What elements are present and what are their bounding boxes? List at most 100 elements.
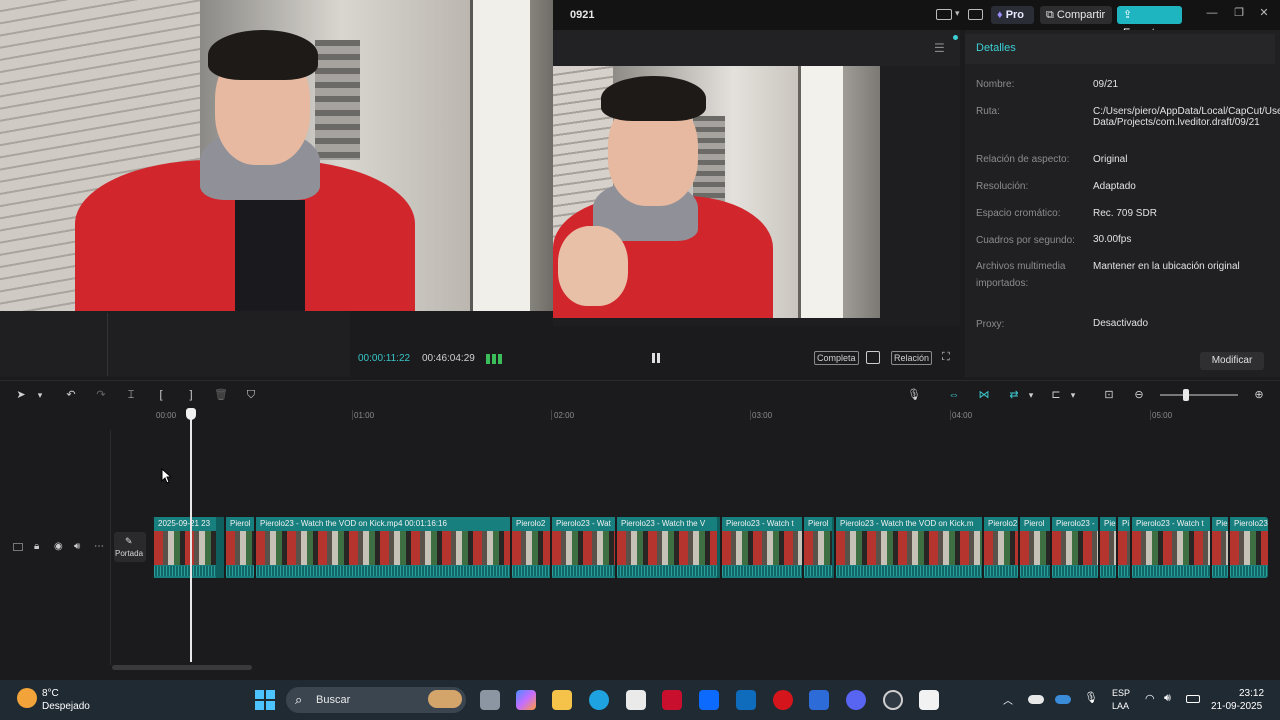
colorspace-label: Espacio cromático: — [976, 208, 1061, 219]
pro-button[interactable]: ♦ Pro — [991, 6, 1034, 24]
video-clip[interactable]: Pierolo2 — [510, 517, 550, 578]
tick-label: 03:00 — [752, 411, 773, 420]
mcafee-icon[interactable] — [662, 690, 682, 710]
video-clip[interactable]: Pierolo23 - Watch the V — [615, 517, 717, 578]
outlook-icon[interactable] — [736, 690, 756, 710]
capcut-icon[interactable] — [919, 690, 939, 710]
video-clip[interactable]: Pierol — [802, 517, 832, 578]
video-preview[interactable] — [553, 66, 880, 318]
split-left-icon[interactable]: [ — [154, 388, 168, 402]
pro-label: Pro — [1005, 9, 1025, 21]
video-clip[interactable]: Pie — [1210, 517, 1228, 578]
redo-icon[interactable]: ↷ — [94, 388, 108, 402]
layout-icon[interactable] — [936, 9, 952, 20]
close-icon[interactable]: ✕ — [1257, 6, 1271, 20]
chevron-down-icon[interactable]: ▾ — [1066, 388, 1080, 402]
zoom-in-icon[interactable]: ⊕ — [1252, 388, 1266, 402]
video-clip[interactable]: Pierol — [224, 517, 254, 578]
share-button[interactable]: ⧉ Compartir — [1040, 6, 1112, 24]
opera-icon[interactable] — [773, 690, 793, 710]
modify-button[interactable]: Modificar — [1200, 352, 1264, 370]
zoom-slider-thumb[interactable] — [1183, 389, 1189, 401]
playhead-handle[interactable] — [186, 408, 196, 420]
language-code[interactable]: ESP — [1112, 688, 1130, 698]
microphone-icon[interactable]: 🎙 — [1084, 691, 1098, 704]
webcam-overlay — [0, 0, 553, 311]
minimize-icon[interactable]: — — [1205, 6, 1219, 20]
chatgpt-icon[interactable] — [883, 690, 903, 710]
fit-timeline-icon[interactable]: ⊡ — [1102, 388, 1116, 402]
video-clip[interactable]: Pierolo23 — [1228, 517, 1268, 578]
chevron-down-icon[interactable]: ▾ — [955, 8, 960, 19]
keyboard-layout[interactable]: LAA — [1112, 701, 1129, 711]
volume-icon[interactable]: 🔊︎ — [74, 541, 80, 552]
microphone-icon[interactable]: 🎙 — [907, 388, 921, 402]
clock-time[interactable]: 23:12 — [1239, 688, 1264, 699]
video-clip[interactable]: Pierolo2 — [982, 517, 1018, 578]
video-clip[interactable]: Pierolo23 - Watch the VOD on Kick.m — [834, 517, 982, 578]
keyboard-icon[interactable] — [968, 9, 983, 20]
select-cursor-icon[interactable]: ➤ — [14, 388, 28, 402]
chevron-down-icon[interactable]: ▾ — [33, 388, 47, 402]
video-clip[interactable]: Pierolo23 - Wat — [550, 517, 615, 578]
fullscreen-icon[interactable]: ⛶ — [942, 351, 950, 364]
menu-icon[interactable]: ☰ — [934, 41, 945, 55]
edge-icon[interactable] — [589, 690, 609, 710]
split-icon[interactable]: ⌶ — [124, 388, 138, 402]
speaker-icon[interactable]: 🔊︎ — [1164, 692, 1171, 705]
undo-icon[interactable]: ↶ — [64, 388, 78, 402]
store-icon[interactable] — [626, 690, 646, 710]
copilot-icon[interactable] — [516, 690, 536, 710]
discord-icon[interactable] — [846, 690, 866, 710]
video-clip[interactable]: Pierolo23 - Watch t — [720, 517, 802, 578]
pause-button[interactable] — [650, 352, 662, 364]
door — [470, 0, 530, 311]
weather-temp[interactable]: 8°C — [42, 688, 59, 699]
video-clip[interactable]: Pierol — [1018, 517, 1050, 578]
chevron-down-icon[interactable]: ▾ — [1024, 388, 1038, 402]
search-icon: ⌕ — [295, 692, 303, 707]
restore-icon[interactable]: ❐ — [1232, 6, 1246, 20]
wifi-icon[interactable]: ◠ — [1145, 692, 1155, 705]
video-clip[interactable]: 2025-09-21 23 — [152, 517, 216, 578]
onedrive-business-icon[interactable] — [1055, 695, 1071, 704]
full-quality-button[interactable]: Completa — [814, 351, 859, 365]
weather-icon[interactable] — [17, 688, 37, 708]
clip-label: 2025-09-21 23 — [158, 519, 211, 528]
video-clip[interactable]: Pierolo23 - — [1050, 517, 1098, 578]
clock-date[interactable]: 21-09-2025 — [1211, 701, 1262, 712]
zoom-slider[interactable] — [1160, 394, 1238, 396]
lock-icon[interactable]: 🔒︎ — [34, 541, 39, 552]
onedrive-icon[interactable] — [1028, 695, 1044, 704]
battery-icon[interactable] — [1186, 695, 1200, 703]
weather-desc[interactable]: Despejado — [42, 701, 90, 712]
delete-icon[interactable]: 🗑 — [214, 388, 228, 402]
task-view-icon[interactable] — [480, 690, 500, 710]
more-icon[interactable]: ⋯ — [94, 541, 104, 552]
shield-icon[interactable]: ⛉ — [244, 388, 258, 402]
panel-divider — [107, 313, 108, 376]
split-right-icon[interactable]: ] — [184, 388, 198, 402]
app-icon[interactable] — [809, 690, 829, 710]
eye-icon[interactable]: ◉ — [54, 541, 63, 552]
export-button[interactable]: ⇪ Exportar — [1117, 6, 1182, 39]
magnet-icon[interactable]: ⋈ — [977, 388, 991, 402]
video-clip[interactable]: Pierolo23 - Watch t — [1130, 517, 1210, 578]
file-explorer-icon[interactable] — [552, 690, 572, 710]
video-clip[interactable]: Pierolo23 - Watch the VOD on Kick.mp4 00… — [254, 517, 510, 578]
playhead[interactable] — [190, 410, 192, 662]
chevron-up-icon[interactable]: ︿ — [1003, 692, 1013, 707]
video-clip[interactable]: Pi — [1116, 517, 1130, 578]
preview-axis-icon[interactable]: ⊏ — [1049, 388, 1063, 402]
windows-start-icon[interactable] — [255, 690, 275, 710]
link-main-track-icon[interactable]: ⇔ — [947, 388, 961, 402]
main-video-track[interactable]: 2025-09-21 23 Pierol Pierolo23 - Watch t… — [152, 517, 1268, 578]
timecode-grid-icon[interactable] — [486, 354, 504, 364]
timeline-scrollbar[interactable] — [112, 665, 252, 670]
zoom-out-icon[interactable]: ⊖ — [1132, 388, 1146, 402]
video-clip[interactable]: Pie — [1098, 517, 1116, 578]
aspect-ratio-button[interactable]: Relación — [891, 351, 933, 365]
dropbox-icon[interactable] — [699, 690, 719, 710]
link-clips-icon[interactable]: ⇄ — [1007, 388, 1021, 402]
focus-icon[interactable] — [866, 351, 880, 364]
